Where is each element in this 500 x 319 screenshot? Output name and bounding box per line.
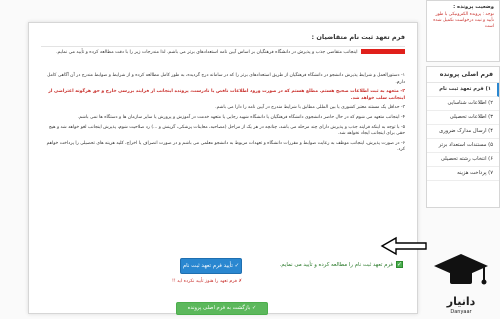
status-title: وضعیت پرونده : xyxy=(453,4,494,10)
status-note: توجه : پرونده الکترونیکی با طور تأیید و … xyxy=(433,12,494,29)
agree-row[interactable]: ✓ فرم تعهد ثبت نام را مطالعه کرده و تأیی… xyxy=(280,261,403,268)
confirm-commitment-button[interactable]: ✓ تأیید فرم تعهد ثبت نام xyxy=(180,258,242,274)
form-intro: اینجانب متقاضی جذب و پذیرش در دانشگاه فر… xyxy=(43,49,405,56)
clause-item-warning: ۲- متعهد به ثبت اطلاعات صحیح هستم. مطلع … xyxy=(48,89,405,101)
not-confirmed-warning: ✗ فرم تعهد را هنوز تأیید نکرده اید !! xyxy=(172,279,243,284)
form-intro-text: اینجانب متقاضی جذب و پذیرش در دانشگاه فر… xyxy=(56,50,358,55)
main-file-menu: فرم اصلی پرونده ۱) فرم تعهد ثبت نام ۲) ا… xyxy=(426,66,500,208)
brand-latin: Danyaar xyxy=(450,309,472,315)
agree-label: فرم تعهد ثبت نام را مطالعه کرده و تأیید … xyxy=(279,261,393,268)
clause-item: ۱- دستورالعمل و شرایط پذیرش دانشجو در دا… xyxy=(47,73,405,85)
menu-item-commitment-form[interactable]: ۱) فرم تعهد ثبت نام xyxy=(427,83,499,97)
menu-title: فرم اصلی پرونده xyxy=(427,67,499,83)
agree-checkbox[interactable]: ✓ xyxy=(396,261,403,268)
arrow-left-icon xyxy=(380,236,427,256)
back-to-main-form-button[interactable]: ✓ بازگشت به فرم اصلی پرونده xyxy=(176,302,268,315)
menu-item-education-info[interactable]: ۳) اطلاعات تحصیلی xyxy=(427,111,499,125)
menu-item-select-major[interactable]: ۶) انتخاب رشته تحصیلی xyxy=(427,153,499,167)
clause-item: ۴- اینجانب متعهد می شوم که در حال حاضر د… xyxy=(77,114,405,120)
page: فرم تعهد ثبت نام متقاضیان : اینجانب متقا… xyxy=(0,0,500,319)
form-title: فرم تعهد ثبت نام متقاضیان : xyxy=(41,33,405,47)
menu-item-payment[interactable]: ۷) پرداخت هزینه xyxy=(427,167,499,181)
file-status-panel: وضعیت پرونده : توجه : پرونده الکترونیکی … xyxy=(426,0,500,62)
menu-item-upload-documents[interactable]: ۴) ارسال مدارک ضروری xyxy=(427,125,499,139)
clause-item: ۵- با توجه به اینکه فرایند جذب و پذیرش د… xyxy=(48,124,405,137)
clause-list: ۱- دستورالعمل و شرایط پذیرش دانشجو در دا… xyxy=(43,73,405,157)
menu-item-talent-documents[interactable]: ۵) مستندات استعداد برتر xyxy=(427,139,499,153)
menu-item-identity-info[interactable]: ۲) اطلاعات شناسایی xyxy=(427,97,499,111)
clause-item: ۳- حداقل یک مستند معتبر کشوری یا بین الم… xyxy=(215,105,405,111)
brand-name: دانیار xyxy=(446,295,476,308)
clause-item: ۶- در صورت پذیرش، اینجانب موظف به رعایت … xyxy=(46,140,405,153)
redacted-name xyxy=(361,49,405,54)
